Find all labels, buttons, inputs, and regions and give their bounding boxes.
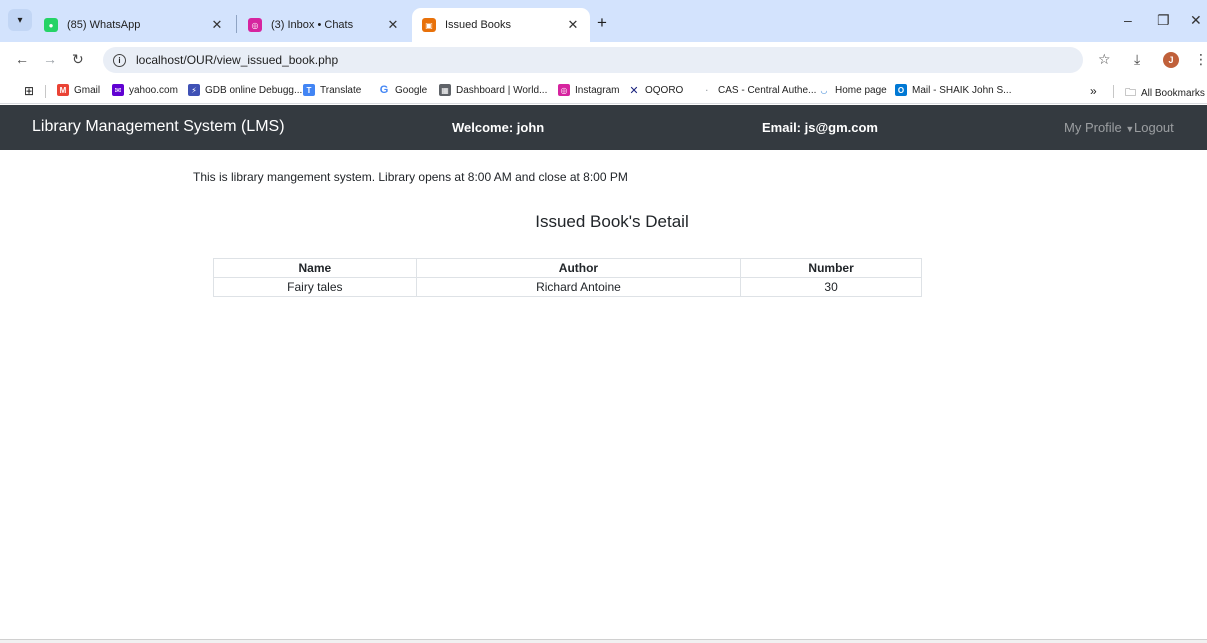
site-brand[interactable]: Library Management System (LMS) [32, 118, 285, 136]
welcome-text: Welcome: john [452, 120, 545, 135]
forward-icon[interactable]: → [43, 51, 57, 67]
tab-title: (3) Inbox • Chats [271, 19, 354, 31]
column-header-name: Name [213, 258, 417, 278]
cell-book-author: Richard Antoine [415, 277, 742, 297]
bookmark-divider [1113, 85, 1114, 98]
minimize-icon[interactable]: – [1124, 12, 1132, 28]
apps-icon[interactable]: ⊞ [24, 84, 34, 98]
table-row: Fairy tales Richard Antoine 30 [213, 277, 922, 297]
site-navbar: Library Management System (LMS) Welcome:… [0, 105, 1207, 150]
bookmark-mail[interactable]: O Mail - SHAIK John S... [895, 84, 1011, 96]
dashboard-icon: ▦ [439, 84, 451, 96]
google-icon: G [378, 84, 390, 96]
tab-search-button[interactable]: ▾ [8, 9, 32, 31]
browser-toolbar: ← → ↻ i localhost/OUR/view_issued_book.p… [0, 42, 1207, 78]
bookmark-translate[interactable]: T Translate [303, 84, 361, 96]
close-tab-icon[interactable]: ✕ [210, 17, 224, 33]
cell-book-name: Fairy tales [213, 277, 417, 297]
download-icon[interactable]: ⤓ [1134, 51, 1140, 68]
restore-icon[interactable]: ❐ [1157, 12, 1170, 29]
caret-down-icon: ▼ [1125, 124, 1135, 134]
outlook-icon: O [895, 84, 907, 96]
url-text: localhost/OUR/view_issued_book.php [136, 53, 339, 67]
browser-tabstrip: ▾ ● (85) WhatsApp ✕ ◎ (3) Inbox • Chats … [0, 0, 1207, 42]
menu-icon[interactable]: ⋮ [1194, 51, 1207, 68]
cas-icon: · [701, 84, 713, 96]
folder-icon: 🗀 [1125, 87, 1136, 99]
window-bottom-edge [0, 639, 1207, 643]
page-icon: ▣ [422, 18, 436, 32]
tab-instagram[interactable]: ◎ (3) Inbox • Chats ✕ [238, 8, 410, 42]
home-page-icon: ◡ [818, 84, 830, 96]
bookmark-dashboard[interactable]: ▦ Dashboard | World... [439, 84, 547, 96]
all-bookmarks-button[interactable]: 🗀 All Bookmarks [1125, 84, 1205, 103]
bookmark-divider [45, 85, 46, 98]
issued-books-table: Name Author Number Fairy tales Richard A… [213, 258, 922, 297]
column-header-number: Number [740, 258, 922, 278]
bookmark-star-icon[interactable]: ☆ [1098, 51, 1111, 68]
instagram-icon: ◎ [558, 84, 570, 96]
reload-icon[interactable]: ↻ [72, 51, 84, 68]
logout-link[interactable]: Logout [1134, 120, 1174, 135]
site-info-icon[interactable]: i [113, 53, 126, 67]
more-bookmarks-icon[interactable]: » [1090, 84, 1097, 98]
email-text: Email: js@gm.com [762, 120, 878, 135]
table-header-row: Name Author Number [213, 258, 922, 278]
page-title: Issued Book's Detail [535, 212, 689, 231]
intro-text: This is library mangement system. Librar… [193, 170, 628, 184]
tab-title: (85) WhatsApp [67, 19, 141, 31]
close-window-icon[interactable]: ✕ [1190, 12, 1202, 29]
tab-whatsapp[interactable]: ● (85) WhatsApp ✕ [34, 8, 234, 42]
address-bar[interactable]: i localhost/OUR/view_issued_book.php [103, 47, 1083, 73]
new-tab-icon[interactable]: + [597, 13, 607, 33]
bookmark-google[interactable]: G Google [378, 84, 427, 96]
bookmark-gmail[interactable]: M Gmail [57, 84, 100, 96]
bookmark-gdb[interactable]: ⚡ GDB online Debugg... [188, 84, 302, 96]
whatsapp-icon: ● [44, 18, 58, 32]
oqoro-icon: ✕ [628, 84, 640, 97]
bookmark-oqoro[interactable]: ✕ OQORO [628, 84, 683, 97]
tab-issued-books[interactable]: ▣ Issued Books ✕ [412, 8, 590, 42]
gdb-icon: ⚡ [188, 84, 200, 96]
bookmarks-bar: ⊞ M Gmail ✉ yahoo.com ⚡ GDB online Debugg..… [0, 78, 1207, 104]
instagram-icon: ◎ [248, 18, 262, 32]
close-tab-icon[interactable]: ✕ [386, 17, 400, 33]
profile-avatar[interactable]: J [1163, 52, 1179, 68]
cell-book-number: 30 [740, 277, 922, 297]
close-tab-icon[interactable]: ✕ [566, 17, 580, 33]
bookmark-instagram[interactable]: ◎ Instagram [558, 84, 619, 96]
tab-divider [236, 15, 237, 33]
bookmark-yahoo[interactable]: ✉ yahoo.com [112, 84, 178, 96]
gmail-icon: M [57, 84, 69, 96]
bookmark-cas[interactable]: · CAS - Central Authe... [701, 84, 816, 96]
translate-icon: T [303, 84, 315, 96]
back-icon[interactable]: ← [15, 51, 29, 67]
tab-title: Issued Books [445, 19, 512, 31]
column-header-author: Author [415, 258, 742, 278]
mail-icon: ✉ [112, 84, 124, 96]
my-profile-dropdown[interactable]: My Profile ▼ [1064, 120, 1134, 135]
bookmark-home[interactable]: ◡ Home page [818, 84, 887, 96]
